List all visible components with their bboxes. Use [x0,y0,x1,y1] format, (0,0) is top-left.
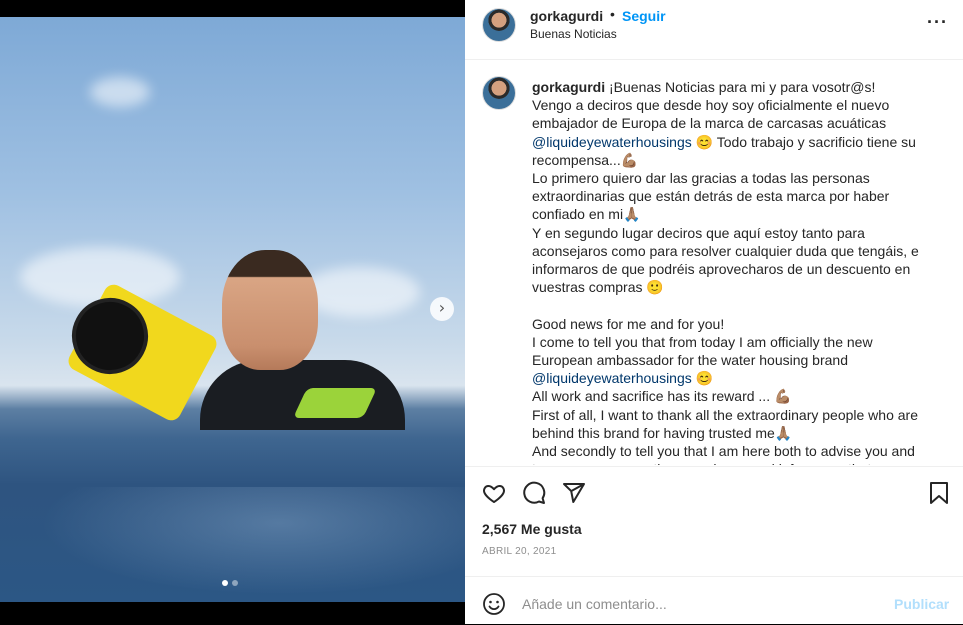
post-media: › [0,0,465,624]
post-photo [0,17,465,602]
publish-button[interactable]: Publicar [894,596,949,612]
carousel-dot-active [222,580,228,586]
more-options-icon[interactable]: ··· [927,12,948,33]
action-bar [465,466,963,517]
likes-count[interactable]: 2,567 Me gusta [482,521,582,537]
caption-body-2: 😊 Todo trabajo y sacrificio tiene su rec… [532,133,919,369]
chevron-right-icon: › [438,298,446,317]
caption-text: gorkagurdi ¡Buenas Noticias para mi y pa… [532,78,942,465]
carousel-indicator [222,580,238,586]
avatar[interactable] [482,8,516,42]
separator-dot: • [610,6,615,22]
next-slide-button[interactable]: › [430,297,454,321]
comment-input[interactable]: Añade un comentario... [522,596,667,612]
mention-link[interactable]: @liquideyewaterhousings [532,134,692,150]
share-icon[interactable] [562,481,586,510]
instagram-post-view: › gorkagurdi • Seguir Buenas Noticias ··… [0,0,963,624]
comment-bar: Añade un comentario... Publicar [465,576,963,625]
follow-button[interactable]: Seguir [622,8,666,24]
caption-avatar[interactable] [482,76,516,110]
caption-username[interactable]: gorkagurdi [532,79,605,95]
post-side-panel: gorkagurdi • Seguir Buenas Noticias ··· … [465,0,963,624]
header-username[interactable]: gorkagurdi [530,8,603,24]
carousel-dot [232,580,238,586]
mention-link[interactable]: @liquideyewaterhousings [532,370,692,386]
comment-icon[interactable] [522,481,546,510]
location-link[interactable]: Buenas Noticias [530,27,617,41]
post-header: gorkagurdi • Seguir Buenas Noticias ··· [465,0,963,60]
caption-section: gorkagurdi ¡Buenas Noticias para mi y pa… [465,60,963,465]
emoji-icon[interactable] [482,592,506,621]
post-date[interactable]: ABRIL 20, 2021 [482,546,556,557]
heart-icon[interactable] [482,481,506,510]
bookmark-icon[interactable] [928,481,950,510]
